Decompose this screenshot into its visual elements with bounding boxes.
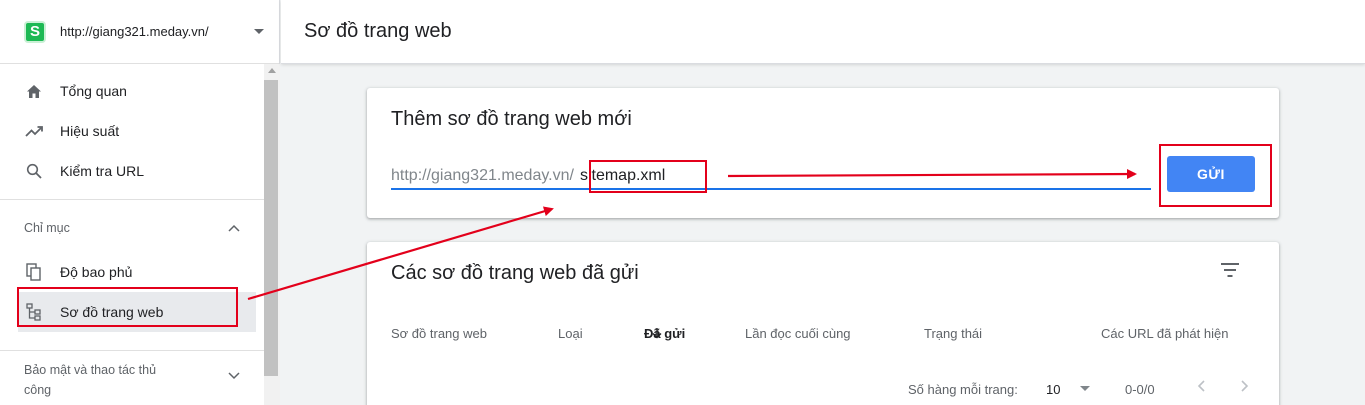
page-header: Sơ đồ trang web [281,0,1365,64]
annotation-box-submit [1159,144,1272,207]
page-title: Sơ đồ trang web [304,20,452,42]
table-header: Sơ đồ trang web Loại Đã gửi Lần đọc cuối… [391,326,1251,342]
rows-per-page-label: Số hàng mỗi trang: [908,382,1018,397]
sidebar-item-overview[interactable]: Tổng quan [0,71,264,111]
section-label: Bảo mật và thao tác thủ công [24,363,157,397]
section-security[interactable]: Bảo mật và thao tác thủ công [0,351,264,400]
property-selector[interactable]: S http://giang321.meday.vn/ [0,0,279,64]
chevron-left-icon[interactable] [1197,380,1205,395]
chevron-right-icon[interactable] [1241,380,1249,395]
section-index[interactable]: Chỉ mục [0,200,264,256]
sidebar-scrollbar[interactable] [264,64,280,405]
sidebar-item-label: Kiểm tra URL [60,163,145,179]
add-sitemap-card: Thêm sơ đồ trang web mới http://giang321… [367,88,1279,218]
copy-icon [24,262,44,282]
url-prefix: http://giang321.meday.vn/ [391,167,574,184]
annotation-box-input [589,160,707,193]
search-icon [24,161,44,181]
sidebar-item-label: Tổng quan [60,83,127,99]
section-label: Chỉ mục [24,221,70,235]
sidebar-item-performance[interactable]: Hiệu suất [0,111,264,151]
card-title: Thêm sơ đồ trang web mới [391,108,632,130]
sidebar: S http://giang321.meday.vn/ Tổng quan Hi… [0,0,280,405]
sidebar-item-label: Độ bao phủ [60,264,133,280]
chevron-up-icon [228,221,240,235]
sidebar-item-coverage[interactable]: Độ bao phủ [0,252,264,292]
caret-down-icon[interactable] [254,29,264,34]
rows-per-page-select[interactable]: 10 [1046,382,1091,397]
sidebar-nav: Tổng quan Hiệu suất Kiểm tra URL Chỉ mục [0,64,264,400]
sitemap-url-field[interactable]: http://giang321.meday.vn/ [391,164,1151,190]
caret-down-icon [1080,386,1091,391]
sidebar-item-label: Hiệu suất [60,123,120,139]
column-last-read[interactable]: Lần đọc cuối cùng [745,326,851,341]
filter-icon[interactable] [1220,262,1240,278]
property-url: http://giang321.meday.vn/ [60,24,209,39]
column-type[interactable]: Loại [558,326,583,341]
home-icon [24,81,44,101]
submitted-sitemaps-card: Các sơ đồ trang web đã gửi Sơ đồ trang w… [367,242,1279,405]
chevron-down-icon [228,366,240,386]
sidebar-item-url-inspection[interactable]: Kiểm tra URL [0,151,264,191]
column-submitted[interactable]: Đã gửi [644,326,685,341]
column-sitemap[interactable]: Sơ đồ trang web [391,326,487,341]
column-discovered-urls[interactable]: Các URL đã phát hiện [1101,326,1228,341]
page-range: 0-0/0 [1125,382,1155,397]
scroll-thumb[interactable] [264,80,278,376]
property-logo: S [24,20,46,43]
scroll-up-arrow-icon[interactable] [268,68,276,73]
annotation-box-sitemaps [17,287,238,327]
trending-up-icon [24,121,44,141]
card-title: Các sơ đồ trang web đã gửi [391,262,639,284]
column-status[interactable]: Trạng thái [924,326,982,341]
